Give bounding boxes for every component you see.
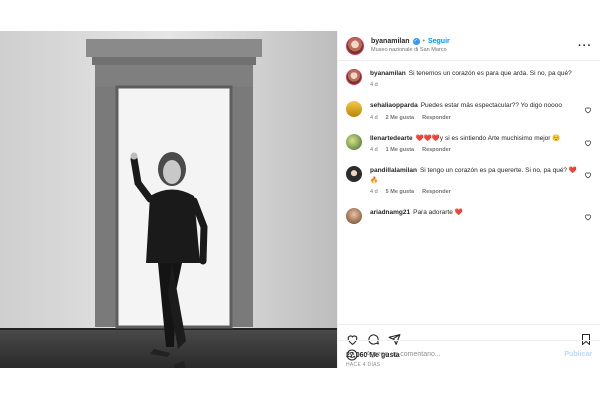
emoji-icon[interactable] bbox=[346, 349, 358, 361]
comment-like-heart-icon[interactable] bbox=[584, 213, 592, 221]
commenter-username[interactable]: llenartedearte bbox=[370, 135, 413, 142]
comment-item: llenartedearte ❤️❤️❤️y si es sintiendo Ar… bbox=[346, 133, 592, 155]
commenter-avatar[interactable] bbox=[346, 133, 362, 150]
post-location[interactable]: Museo nazionale di San Marco bbox=[371, 47, 578, 53]
reply-button[interactable]: Responder bbox=[422, 147, 451, 155]
comment-like-heart-icon[interactable] bbox=[584, 106, 592, 114]
comment-like-heart-icon[interactable] bbox=[584, 171, 592, 179]
add-comment-bar: Publicar bbox=[338, 340, 600, 368]
reply-button[interactable]: Responder bbox=[422, 189, 451, 197]
comments-list: byanamilan Si tenemos un corazón es para … bbox=[338, 61, 600, 324]
comment-text: Para adorarte ❤️ bbox=[413, 208, 463, 216]
commenter-username[interactable]: ariadnamg21 bbox=[370, 209, 410, 216]
commenter-avatar[interactable] bbox=[346, 207, 362, 224]
reply-button[interactable]: Responder bbox=[422, 115, 451, 123]
comment-likes[interactable]: 1 Me gusta bbox=[386, 147, 414, 155]
comment-time: 4 d bbox=[370, 147, 378, 154]
comment-text: Puedes estar más espectacular?? Yo digo … bbox=[420, 102, 562, 110]
publish-button[interactable]: Publicar bbox=[564, 351, 592, 358]
comment-item: ariadnamg21 Para adorarte ❤️ bbox=[346, 207, 592, 224]
photo-image bbox=[0, 31, 337, 368]
post-dialog: byanamilan ✓ • Seguir Museo nazionale di… bbox=[0, 31, 600, 368]
post-details-panel: byanamilan ✓ • Seguir Museo nazionale di… bbox=[337, 31, 600, 368]
comment-time: 4 d bbox=[370, 189, 378, 196]
comment-item: pandillalamilan Si tengo un corazón es pa… bbox=[346, 166, 592, 197]
commenter-username[interactable]: pandillalamilan bbox=[370, 167, 417, 174]
commenter-avatar[interactable] bbox=[346, 166, 362, 183]
commenter-avatar[interactable] bbox=[346, 101, 362, 118]
caption-avatar[interactable] bbox=[346, 69, 362, 85]
separator-dot: • bbox=[422, 38, 425, 46]
post-header: byanamilan ✓ • Seguir Museo nazionale di… bbox=[338, 31, 600, 61]
comment-item: sehaliaopparda Puedes estar más espectacu… bbox=[346, 101, 592, 122]
post-photo[interactable] bbox=[0, 31, 337, 368]
caption-text: Si tenemos un corazón es para que arda. … bbox=[408, 70, 572, 77]
comment-text: ❤️❤️❤️y si es sintiendo Arte muchisimo m… bbox=[415, 134, 561, 142]
caption-username[interactable]: byanamilan bbox=[370, 70, 406, 77]
comment-like-heart-icon[interactable] bbox=[584, 139, 592, 147]
verified-badge-icon: ✓ bbox=[412, 38, 420, 46]
caption: byanamilan Si tenemos un corazón es para … bbox=[346, 69, 592, 90]
comment-input[interactable] bbox=[366, 351, 565, 358]
more-options-icon[interactable]: ··· bbox=[578, 40, 592, 52]
comment-likes[interactable]: 5 Me gusta bbox=[386, 189, 414, 197]
caption-time: 4 d bbox=[370, 82, 378, 89]
commenter-username[interactable]: sehaliaopparda bbox=[370, 102, 418, 109]
comment-time: 4 d bbox=[370, 114, 378, 121]
comment-likes[interactable]: 2 Me gusta bbox=[386, 115, 414, 123]
author-username[interactable]: byanamilan bbox=[371, 38, 410, 46]
follow-button[interactable]: Seguir bbox=[428, 38, 450, 46]
author-avatar[interactable] bbox=[346, 36, 364, 55]
